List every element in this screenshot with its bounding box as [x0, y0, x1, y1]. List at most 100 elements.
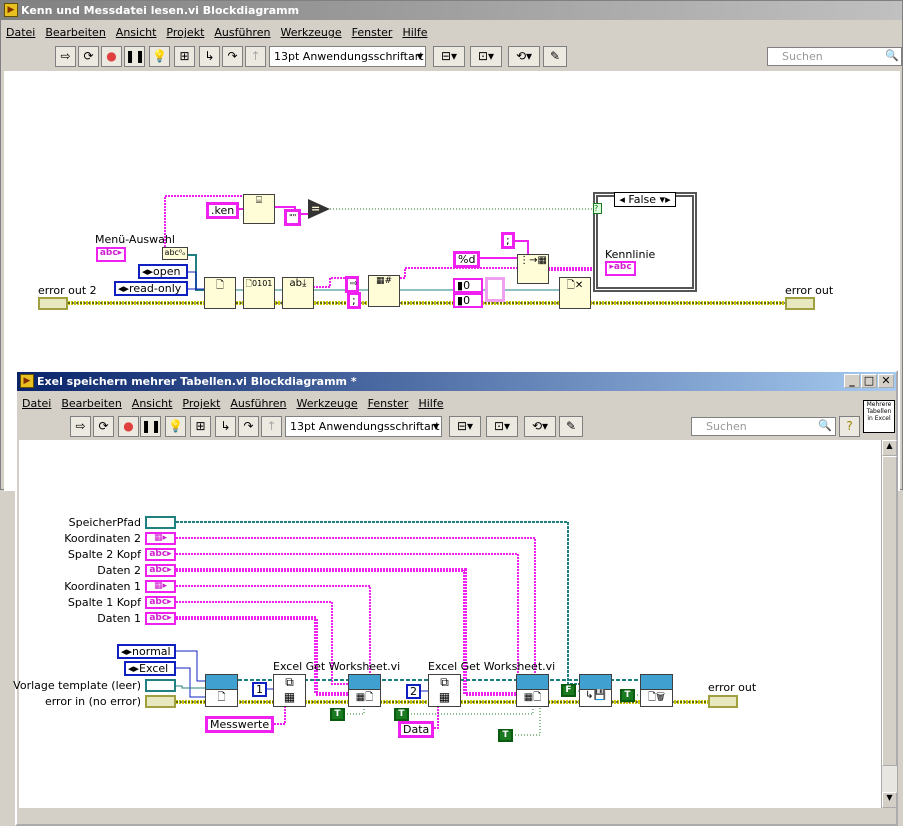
menu-hilfe[interactable]: Hilfe: [418, 397, 443, 410]
case-structure: [593, 192, 697, 292]
daten-2-control[interactable]: abc▸: [145, 564, 176, 577]
format-constant[interactable]: %d: [453, 251, 481, 268]
title-bar[interactable]: ▶ Exel speichern mehrer Tabellen.vi Bloc…: [17, 372, 896, 391]
menu-bearbeiten[interactable]: Bearbeiten: [61, 397, 121, 410]
true-constant-3[interactable]: T: [498, 729, 513, 742]
maximize-button[interactable]: □: [861, 374, 877, 388]
menu-auswahl-control[interactable]: abc▸: [96, 247, 126, 262]
open-enum-value: open: [153, 265, 181, 278]
get-file-size-node[interactable]: 🗋0101: [243, 277, 275, 309]
dispose-report-node[interactable]: 🗋🗑: [640, 674, 673, 707]
true-constant-2[interactable]: T: [394, 708, 409, 721]
true-constant-1[interactable]: T: [330, 708, 345, 721]
error-in-control[interactable]: [145, 695, 176, 708]
koordinaten-2-control[interactable]: ▦▸: [145, 532, 176, 545]
clean-up-diagram-icon[interactable]: ✎: [559, 416, 583, 437]
read-only-enum[interactable]: ◂▸read-only: [114, 281, 188, 296]
minimize-button[interactable]: _: [844, 374, 860, 388]
reorder-icon[interactable]: ⟲▾: [524, 416, 556, 437]
abort-icon[interactable]: ●: [118, 416, 139, 437]
error-out-label: error out: [708, 681, 757, 694]
error-out-label: error out: [785, 284, 834, 297]
true-constant-4[interactable]: T: [620, 689, 635, 702]
read-text-file-node[interactable]: ab⤓: [282, 277, 314, 309]
step-out-icon[interactable]: ↑: [261, 416, 282, 437]
highlight-execution-icon[interactable]: 💡: [165, 416, 186, 437]
array-to-spreadsheet-string-node[interactable]: ⋮→▦: [517, 254, 549, 284]
vorlage-label: Vorlage template (leer): [13, 679, 141, 692]
scroll-thumb[interactable]: [882, 456, 897, 766]
get-worksheet-label-2: Excel Get Worksheet.vi: [428, 660, 556, 673]
menu-datei[interactable]: Datei: [22, 397, 51, 410]
error-out-2-indicator: [38, 297, 68, 310]
kennlinie-indicator: ▸abc: [605, 261, 636, 276]
search-icon[interactable]: 🔍: [818, 417, 832, 434]
daten-2-label: Daten 2: [97, 564, 141, 577]
string-to-path-node[interactable]: abc⁰ₒ: [162, 247, 188, 260]
data-constant[interactable]: Data: [398, 721, 435, 738]
font-select-value: 13pt Anwendungsschriftart: [290, 420, 440, 433]
vorlage-control[interactable]: [145, 679, 176, 692]
get-worksheet-node-2[interactable]: ⧉ ▦: [428, 674, 461, 707]
append-table-node-2[interactable]: ▦🗋: [516, 674, 549, 707]
open-enum[interactable]: ◂▸open: [138, 264, 188, 279]
trash-icon: 🗋🗑: [647, 692, 666, 703]
step-over-icon[interactable]: ↷: [238, 416, 259, 437]
get-worksheet-node-1[interactable]: ⧉ ▦: [273, 674, 306, 707]
index-array-constant-a[interactable]: ▮0: [453, 278, 483, 293]
close-file-node[interactable]: 🗋✕: [559, 277, 591, 309]
align-objects-icon[interactable]: ⊟▾: [449, 416, 481, 437]
semicolon-constant-1[interactable]: ;: [347, 292, 361, 309]
search-placeholder: Suchen: [706, 420, 747, 433]
menu-fenster[interactable]: Fenster: [368, 397, 409, 410]
semicolon-constant-2[interactable]: ;: [501, 232, 515, 249]
error-in-label: error in (no error): [44, 695, 141, 708]
ken-constant[interactable]: .ken: [206, 202, 240, 219]
menu-bar: Datei Bearbeiten Ansicht Projekt Ausführen We…: [17, 395, 896, 413]
empty-string-constant[interactable]: "": [284, 209, 302, 226]
spreadsheet-string-to-array-node[interactable]: ▦#: [368, 275, 400, 307]
search-input[interactable]: Suchen 🔍: [691, 417, 836, 436]
menu-ausfuehren[interactable]: Ausführen: [230, 397, 286, 410]
scroll-up-arrow[interactable]: ▲: [882, 440, 897, 456]
menu-werkzeuge[interactable]: Werkzeuge: [296, 397, 357, 410]
spalte-1-kopf-control[interactable]: abc▸: [145, 596, 176, 609]
koordinaten-1-control[interactable]: ▦▸: [145, 580, 176, 593]
menu-projekt[interactable]: Projekt: [182, 397, 220, 410]
messwerte-constant[interactable]: Messwerte: [205, 716, 275, 733]
distribute-objects-icon[interactable]: ⊡▾: [486, 416, 518, 437]
scroll-down-arrow[interactable]: ▼: [882, 792, 897, 808]
font-select[interactable]: 13pt Anwendungsschriftart ▼: [285, 416, 442, 437]
save-report-node[interactable]: ↳💾: [579, 674, 612, 707]
empty-array-constant[interactable]: [485, 277, 505, 302]
new-report-node[interactable]: 🗋: [205, 674, 238, 707]
pause-icon[interactable]: ❚❚: [140, 416, 161, 437]
worksheet-index-2[interactable]: 2: [406, 684, 421, 699]
retain-wire-values-icon[interactable]: ⊞: [190, 416, 211, 437]
daten-1-control[interactable]: abc▸: [145, 612, 176, 625]
append-table-node-1[interactable]: ▦🗋: [348, 674, 381, 707]
excel-enum[interactable]: ◂▸Excel: [124, 661, 176, 676]
speicherpfad-control[interactable]: [145, 516, 176, 529]
open-file-node[interactable]: 🗋: [204, 277, 236, 309]
step-into-icon[interactable]: ↳: [215, 416, 236, 437]
eol-constant[interactable]: ⇨: [345, 276, 359, 293]
worksheet-index-1[interactable]: 1: [252, 682, 267, 697]
match-pattern-node[interactable]: ⌸: [243, 194, 275, 224]
normal-enum-value: normal: [132, 645, 171, 658]
equal-symbol: =: [311, 202, 321, 215]
false-constant[interactable]: F: [561, 684, 576, 697]
num0a-value: 0: [463, 279, 471, 292]
spalte-2-kopf-control[interactable]: abc▸: [145, 548, 176, 561]
case-selector[interactable]: ◂ False ▾▸: [614, 192, 676, 207]
close-button[interactable]: ✕: [878, 374, 894, 388]
run-arrow-icon[interactable]: ⇨: [70, 416, 91, 437]
menu-ansicht[interactable]: Ansicht: [132, 397, 173, 410]
run-continuously-icon[interactable]: ⟳: [93, 416, 114, 437]
index-array-constant-b[interactable]: ▮0: [453, 293, 483, 308]
koordinaten-1-label: Koordinaten 1: [64, 580, 141, 593]
spalte-1-kopf-label: Spalte 1 Kopf: [67, 596, 141, 609]
help-icon[interactable]: ?: [839, 416, 860, 437]
normal-enum[interactable]: ◂▸normal: [117, 644, 176, 659]
vertical-scrollbar[interactable]: ▲ ▼: [881, 440, 897, 808]
